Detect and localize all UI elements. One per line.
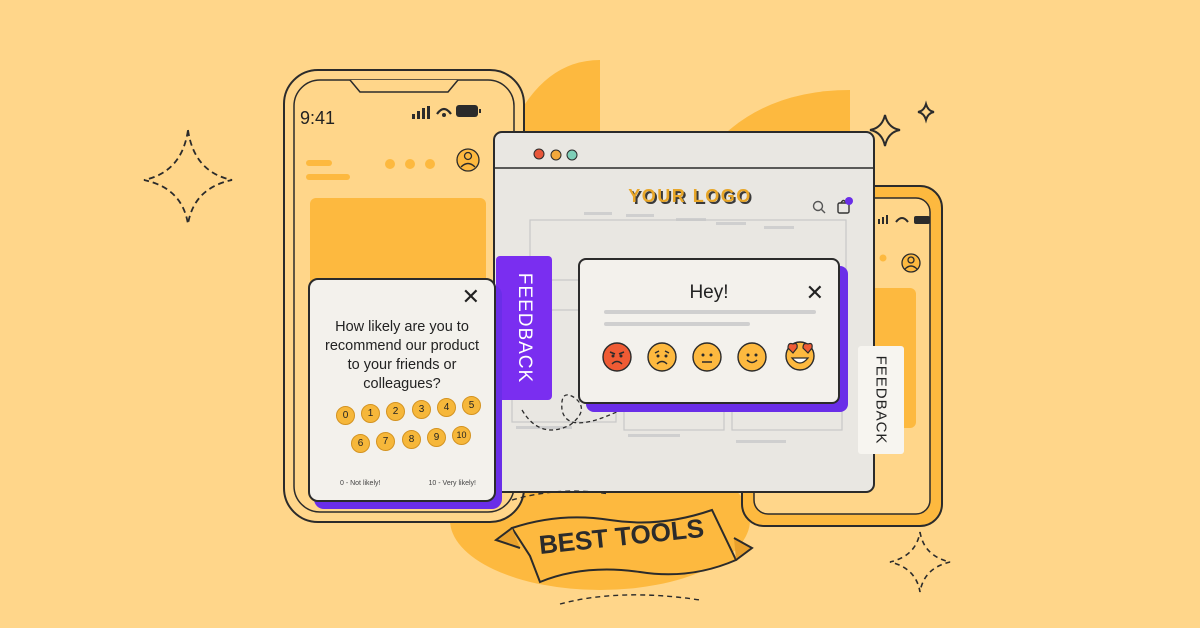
placeholder-line xyxy=(604,322,750,326)
close-icon[interactable]: ✕ xyxy=(806,282,824,304)
nps-option[interactable]: 5 xyxy=(462,396,481,415)
survey-question: How likely are you to recommend our prod… xyxy=(325,319,479,392)
nps-option[interactable]: 2 xyxy=(386,402,405,421)
nps-option[interactable]: 4 xyxy=(437,398,456,417)
popup-title: Hey! xyxy=(689,282,729,303)
nps-option[interactable]: 9 xyxy=(427,428,446,447)
cart-icon[interactable] xyxy=(836,196,856,216)
status-time: 9:41 xyxy=(300,108,336,128)
site-logo[interactable]: YOUR LOGO xyxy=(615,186,765,207)
smiling-face-icon[interactable] xyxy=(737,342,767,372)
best-tools-banner: BEST TOOLS xyxy=(537,513,705,560)
nps-option[interactable]: 1 xyxy=(361,404,380,423)
search-icon[interactable] xyxy=(812,200,826,214)
neutral-face-icon[interactable] xyxy=(692,342,722,372)
feedback-tab-purple[interactable]: FEEDBACK xyxy=(496,256,552,400)
heart-eyes-face-icon[interactable] xyxy=(782,336,818,372)
feedback-tab-white[interactable]: FEEDBACK xyxy=(858,346,904,454)
placeholder-line xyxy=(604,310,816,314)
nps-option[interactable]: 6 xyxy=(351,434,370,453)
nps-survey-card: ✕ How likely are you to recommend our pr… xyxy=(308,278,496,502)
hey-feedback-popup: Hey! ✕ xyxy=(578,258,840,404)
nps-option[interactable]: 10 xyxy=(452,426,471,445)
feedback-tab-label: FEEDBACK xyxy=(514,272,535,384)
sad-face-icon[interactable] xyxy=(647,342,677,372)
banner-text: BEST TOOLS xyxy=(537,513,705,560)
feedback-tab-label: FEEDBACK xyxy=(872,355,890,445)
scale-low-label: 0 - Not likely! xyxy=(340,480,381,487)
scale-high-label: 10 - Very likely! xyxy=(428,480,476,487)
nps-option[interactable]: 7 xyxy=(376,432,395,451)
illustration-canvas: 9:41 YOUR LOGO YOUR LOGO FEEDBACK FEEDBA… xyxy=(0,0,1200,628)
angry-face-icon[interactable] xyxy=(602,342,632,372)
close-icon[interactable]: ✕ xyxy=(462,286,480,308)
nps-option[interactable]: 8 xyxy=(402,430,421,449)
nps-option[interactable]: 3 xyxy=(412,400,431,419)
nps-option[interactable]: 0 xyxy=(336,406,355,425)
